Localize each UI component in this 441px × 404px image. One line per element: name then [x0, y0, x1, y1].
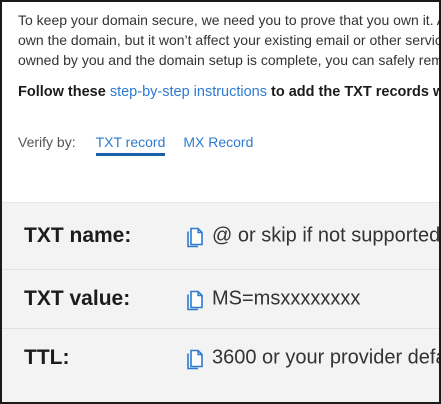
record-value-group: @ or skip if not supported by p: [186, 224, 441, 248]
record-value: MS=msxxxxxxxx: [212, 287, 361, 310]
record-value: @ or skip if not supported by p: [212, 224, 441, 247]
intro-line: owned by you and the domain setup is com…: [18, 52, 441, 68]
record-name: TTL:: [24, 346, 70, 369]
tab-txt-record[interactable]: TXT record: [95, 134, 165, 156]
record-row-ttl: TTL: 3600 or your provider default.: [2, 329, 439, 387]
intro-paragraph: To keep your domain secure, we need you …: [18, 10, 441, 70]
copy-icon[interactable]: [186, 347, 204, 369]
step-by-step-instructions-link[interactable]: step-by-step instructions: [110, 84, 267, 100]
instructions-suffix: to add the TXT records with the valu: [271, 84, 439, 100]
copy-icon[interactable]: [186, 288, 204, 310]
record-value: 3600 or your provider default.: [212, 346, 439, 369]
record-value-group: 3600 or your provider default.: [186, 346, 439, 370]
verify-by-label: Verify by:: [18, 134, 76, 150]
instructions-sentence: Follow these step-by-step instructions t…: [18, 84, 439, 100]
records-table: TXT name: @ or skip if not supported by …: [2, 202, 441, 402]
record-name: TXT value:: [24, 287, 131, 310]
verify-by-tabs: Verify by: TXT record MX Record: [18, 130, 439, 156]
record-row-txt-name: TXT name: @ or skip if not supported by …: [2, 202, 441, 270]
record-row-txt-value: TXT value: MS=msxxxxxxxx: [2, 270, 439, 329]
instructions-prefix: Follow these: [18, 84, 110, 100]
intro-line: own the domain, but it won’t affect your…: [18, 32, 441, 48]
copy-icon[interactable]: [186, 225, 204, 247]
record-value-group: MS=msxxxxxxxx: [186, 288, 360, 311]
record-name: TXT name:: [24, 224, 132, 247]
domain-verification-content: To keep your domain secure, we need you …: [18, 10, 441, 156]
intro-line: To keep your domain secure, we need you …: [18, 12, 439, 28]
tab-mx-record[interactable]: MX Record: [183, 134, 253, 156]
screenshot-frame: To keep your domain secure, we need you …: [0, 0, 441, 404]
